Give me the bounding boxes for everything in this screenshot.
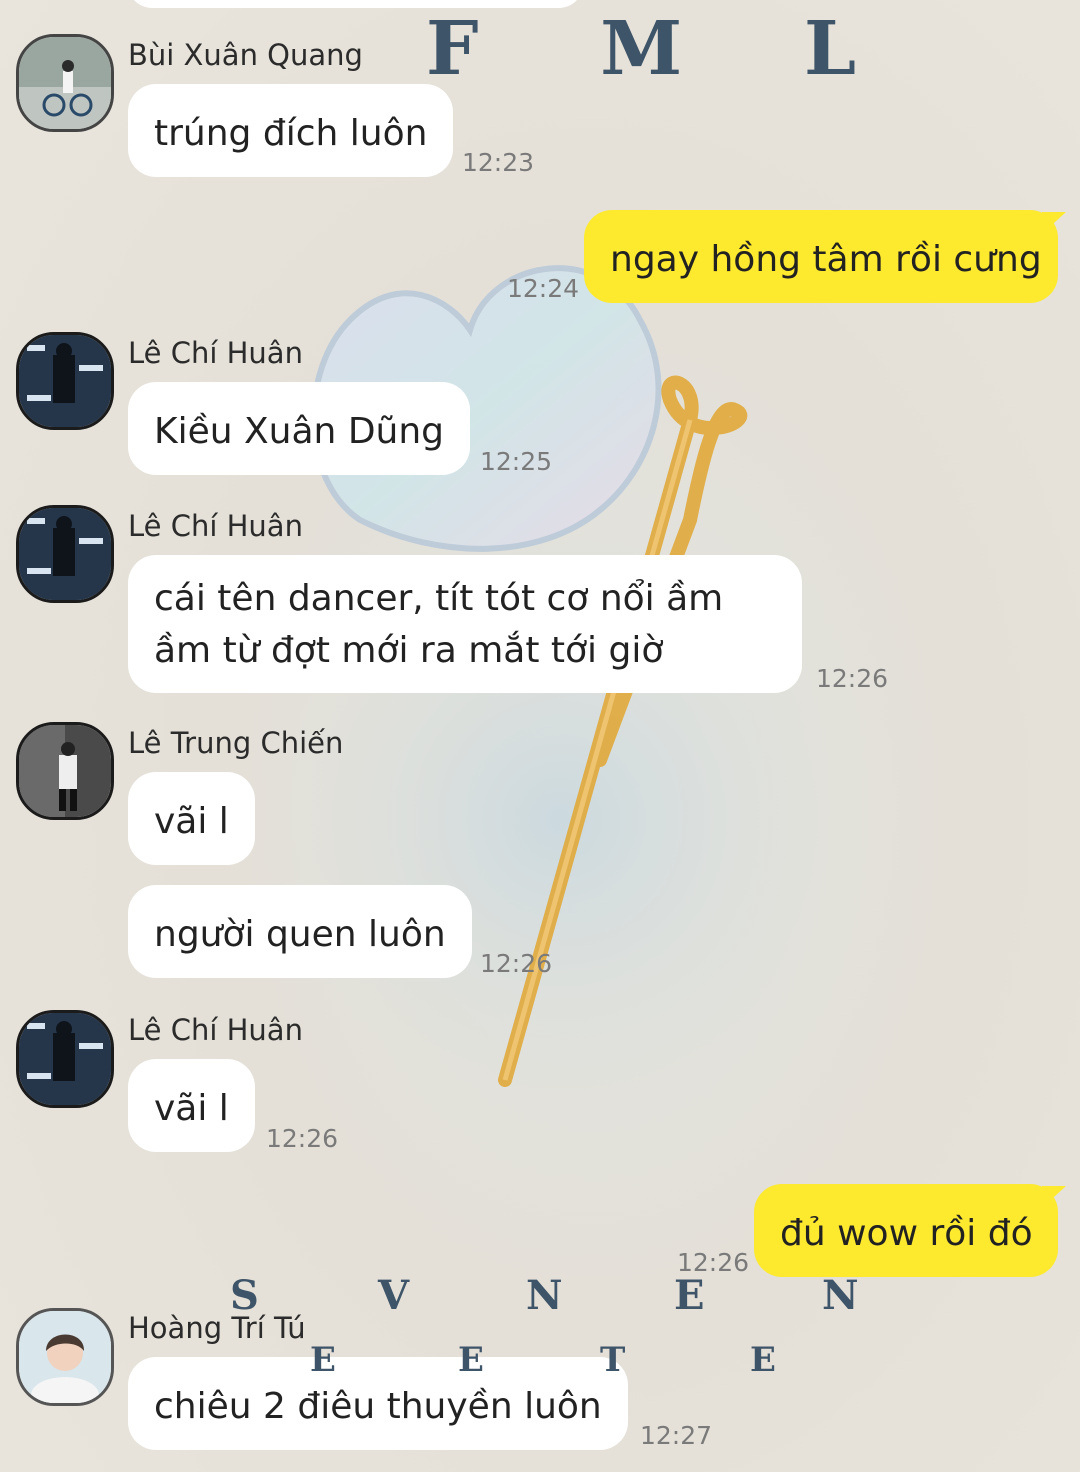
avatar[interactable]: [16, 332, 114, 430]
sender-name: Lê Trung Chiến: [128, 726, 344, 760]
wallpaper-letter: E: [458, 1340, 484, 1380]
message-bubble[interactable]: Kiều Xuân Dũng: [128, 382, 471, 475]
message-bubble[interactable]: vãi l: [128, 772, 255, 865]
message-time: 12:26: [677, 1248, 750, 1277]
wallpaper-fml-text: F M L: [426, 6, 905, 92]
wallpaper-letter: T: [600, 1340, 626, 1380]
wallpaper-letter: E: [310, 1340, 336, 1380]
message-time: 12:24: [507, 274, 580, 303]
message-time: 12:27: [640, 1421, 713, 1450]
sender-name: Lê Chí Huân: [128, 509, 303, 543]
wallpaper-letter: E: [750, 1340, 776, 1380]
wallpaper-letter: V: [378, 1272, 410, 1319]
message-bubble[interactable]: chiêu 2 điêu thuyền luôn: [128, 1357, 628, 1450]
sender-name: Lê Chí Huân: [128, 1013, 303, 1047]
sender-name: Hoàng Trí Tú: [128, 1311, 306, 1345]
wallpaper-letter: E: [674, 1272, 705, 1319]
message-bubble[interactable]: vãi l: [128, 1059, 255, 1152]
message-time: 12:26: [816, 664, 889, 693]
bubble-tail: [1042, 212, 1066, 234]
message-time: 12:25: [480, 447, 553, 476]
message-bubble[interactable]: người quen luôn: [128, 885, 472, 978]
avatar[interactable]: [16, 34, 114, 132]
message-time: 12:23: [462, 148, 535, 177]
avatar[interactable]: [16, 505, 114, 603]
message-time: 12:26: [480, 949, 553, 978]
avatar[interactable]: [16, 722, 114, 820]
sender-name: Lê Chí Huân: [128, 336, 303, 370]
outgoing-message-bubble[interactable]: đủ wow rồi đó: [754, 1184, 1058, 1277]
wallpaper-letter: N: [526, 1272, 563, 1319]
message-time: 12:26: [266, 1124, 339, 1153]
bubble-tail: [1042, 1186, 1066, 1208]
message-bubble[interactable]: cái tên dancer, tít tót cơ nổi ầm ầm từ …: [128, 555, 802, 693]
avatar[interactable]: [16, 1010, 114, 1108]
wallpaper-letter: S: [230, 1272, 259, 1319]
message-bubble-partial[interactable]: [128, 0, 583, 8]
wallpaper-letter: N: [822, 1272, 859, 1319]
message-bubble[interactable]: trúng đích luôn: [128, 84, 454, 177]
avatar[interactable]: [16, 1308, 114, 1406]
sender-name: Bùi Xuân Quang: [128, 38, 363, 72]
outgoing-message-bubble[interactable]: ngay hồng tâm rồi cưng: [584, 210, 1058, 303]
